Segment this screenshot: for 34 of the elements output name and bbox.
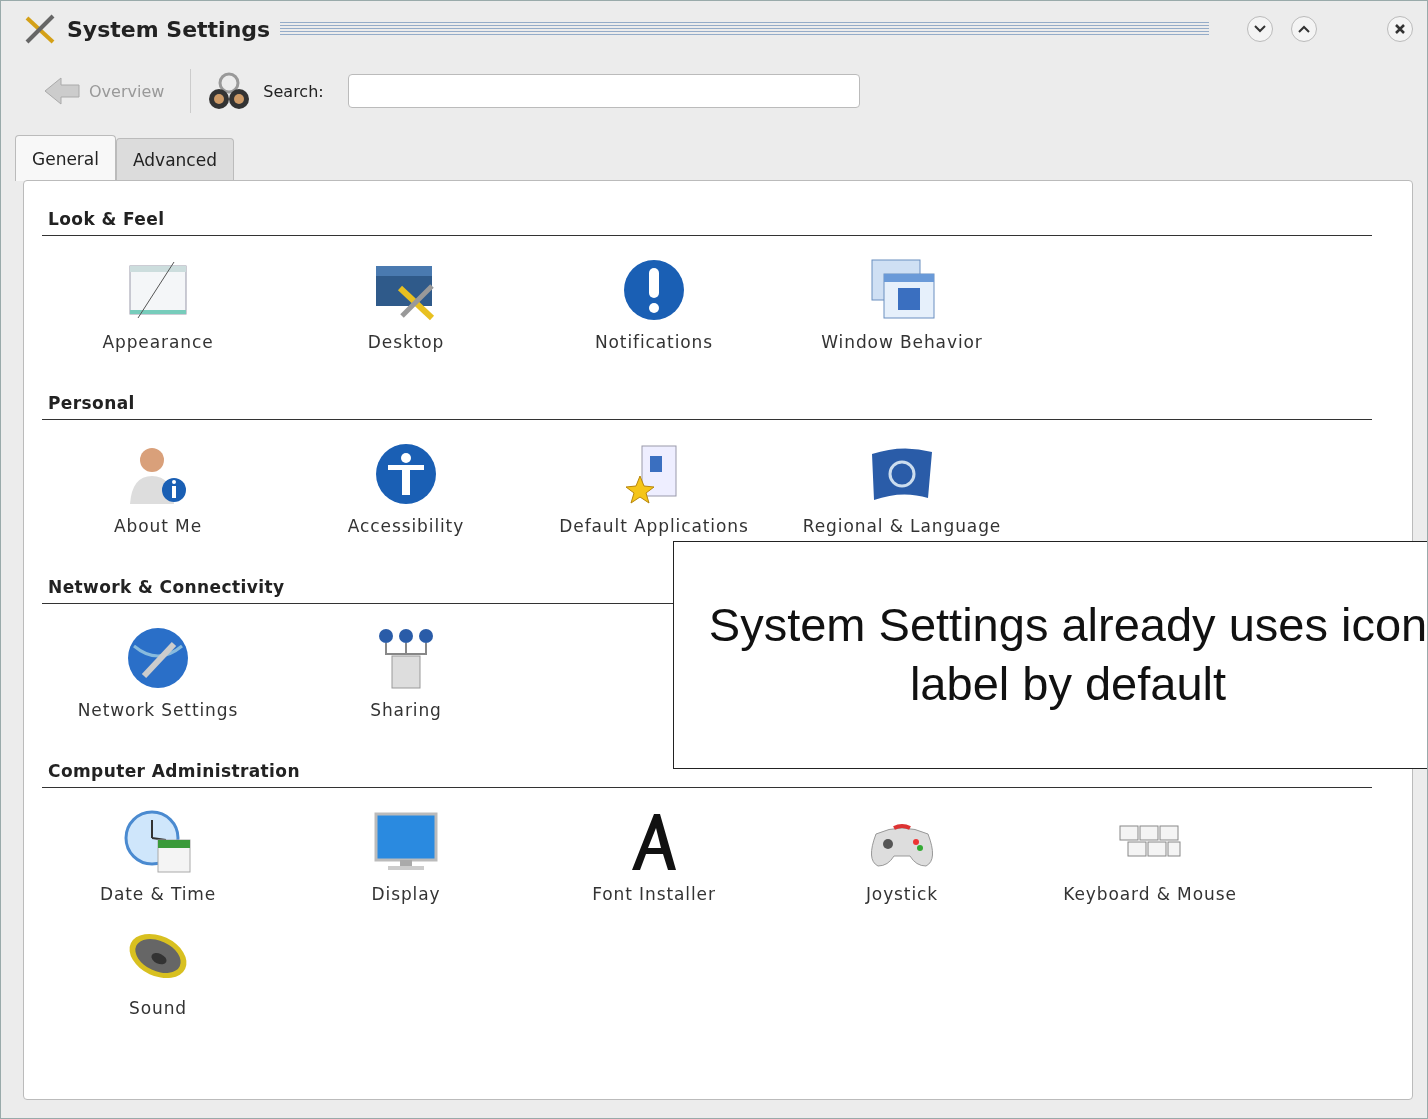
settings-module[interactable]: Date & Time: [34, 806, 282, 908]
minimize-button[interactable]: [1247, 16, 1273, 42]
section-heading: Personal: [42, 389, 1372, 420]
settings-module[interactable]: Window Behavior: [778, 254, 1026, 356]
settings-module[interactable]: Appearance: [34, 254, 282, 356]
settings-module[interactable]: Keyboard & Mouse: [1026, 806, 1274, 908]
settings-module[interactable]: Joystick: [778, 806, 1026, 908]
chevron-down-icon: [1254, 25, 1266, 33]
settings-module[interactable]: Regional & Language: [778, 438, 1026, 540]
annotation-tooltip: System Settings already uses icon label by default: [673, 541, 1427, 769]
window-title: System Settings: [67, 16, 271, 42]
settings-module[interactable]: Sharing: [282, 622, 530, 724]
binoculars-icon: [207, 71, 252, 111]
search-field[interactable]: [347, 74, 860, 108]
settings-module[interactable]: Desktop: [282, 254, 530, 356]
tools-icon: [23, 14, 57, 44]
chevron-up-icon: [1298, 25, 1310, 33]
settings-module[interactable]: Font Installer: [530, 806, 778, 908]
close-button[interactable]: [1387, 16, 1413, 42]
tab[interactable]: General: [15, 135, 116, 181]
settings-module[interactable]: Notifications: [530, 254, 778, 356]
settings-module[interactable]: Accessibility: [282, 438, 530, 540]
back-arrow-icon: [43, 76, 81, 106]
search-label: Search:: [263, 81, 324, 101]
tab[interactable]: Advanced: [116, 138, 234, 180]
settings-module[interactable]: Default Applications: [530, 438, 778, 540]
settings-module[interactable]: Sound: [34, 920, 282, 1022]
close-icon: [1394, 23, 1406, 35]
section-heading: Look & Feel: [42, 205, 1372, 236]
maximize-button[interactable]: [1291, 16, 1317, 42]
settings-module[interactable]: Network Settings: [34, 622, 282, 724]
settings-module[interactable]: Display: [282, 806, 530, 908]
clock-calendar-icon: [122, 810, 194, 874]
settings-module[interactable]: About Me: [34, 438, 282, 540]
